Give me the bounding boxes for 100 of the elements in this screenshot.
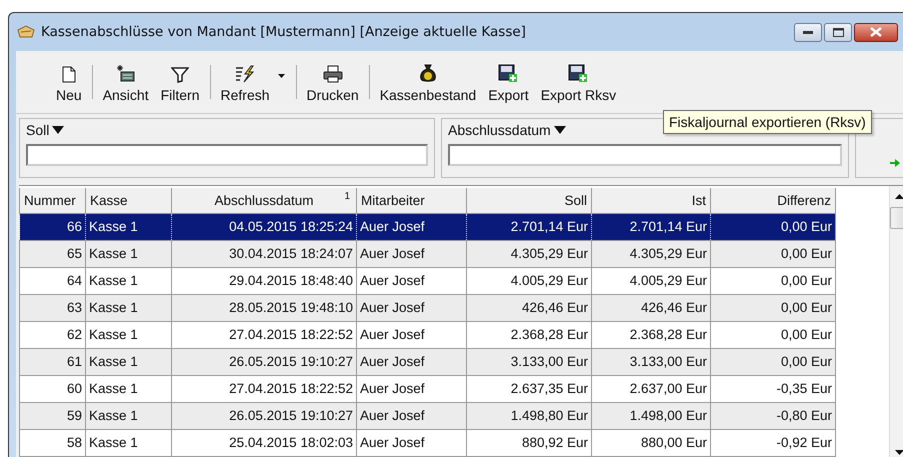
toolbar-button[interactable]: Drucken [300, 61, 365, 103]
table-cell: Kasse 1 [86, 267, 172, 294]
tooltip: Fiskaljournal exportieren (Rksv) [663, 110, 872, 134]
table-cell: 2.701,14 Eur [466, 213, 592, 240]
table-cell: 27.04.2015 18:22:52 [172, 321, 356, 348]
table-cell: 25.04.2015 18:02:03 [172, 429, 356, 456]
table-cell: Auer Josef [356, 348, 466, 375]
table-cell: 61 [20, 348, 86, 375]
table-cell: Auer Josef [356, 429, 466, 456]
table-cell: 426,46 Eur [592, 294, 710, 321]
toolbar-button[interactable]: Export [482, 61, 535, 103]
table-cell: 60 [20, 375, 86, 402]
table-cell: 880,00 Eur [592, 429, 710, 456]
table-cell: Kasse 1 [86, 213, 172, 240]
filter-field[interactable] [26, 144, 428, 166]
table-cell: Auer Josef [356, 213, 466, 240]
toolbar-button[interactable]: Filtern [154, 61, 206, 103]
table-cell: 0,00 Eur [710, 240, 836, 267]
table-cell: 0,00 Eur [710, 267, 836, 294]
table-cell: 29.04.2015 18:48:40 [172, 267, 356, 294]
caret-icon [278, 74, 286, 78]
table-cell: Kasse 1 [86, 240, 172, 267]
table-cell: 66 [20, 213, 86, 240]
arrow-right-icon[interactable] [890, 159, 900, 167]
column-header[interactable]: Soll [466, 187, 592, 213]
toolbar-button[interactable]: Ansicht [96, 61, 155, 103]
column-header[interactable]: Mitarbeiter [356, 187, 466, 213]
table-cell: 59 [20, 402, 86, 429]
table-cell: 04.05.2015 18:25:24 [172, 213, 356, 240]
scroll-up-icon[interactable] [894, 194, 903, 199]
table-cell: Kasse 1 [86, 375, 172, 402]
filter-label: Abschlussdatum [448, 122, 551, 138]
table-cell: 64 [20, 267, 86, 294]
table-cell: Auer Josef [356, 402, 466, 429]
caret-icon[interactable] [554, 126, 566, 134]
filter-field[interactable] [448, 144, 842, 166]
money-bag-icon [418, 64, 437, 83]
table-cell: 4.005,29 Eur [466, 267, 592, 294]
table-cell: 0,00 Eur [710, 294, 836, 321]
table-cell: 63 [20, 294, 86, 321]
toolbar-button[interactable]: Neu [50, 61, 88, 103]
table-cell: 3.133,00 Eur [466, 348, 592, 375]
table-cell: Auer Josef [356, 294, 466, 321]
table-cell: Kasse 1 [86, 429, 172, 456]
table-cell: 26.05.2015 19:10:27 [172, 402, 356, 429]
table-cell: 26.05.2015 19:10:27 [172, 348, 356, 375]
app-icon [17, 25, 35, 39]
table-cell: 58 [20, 429, 86, 456]
table-cell: 4.305,29 Eur [592, 240, 710, 267]
toolbar-button[interactable]: Export Rksv [534, 61, 622, 103]
table-cell: Kasse 1 [86, 348, 172, 375]
column-header[interactable]: Ist [592, 187, 710, 213]
table-cell: 880,92 Eur [466, 429, 592, 456]
column-header[interactable]: Nummer [20, 187, 86, 213]
refresh-icon [235, 65, 256, 83]
table-cell: -0,80 Eur [710, 402, 836, 429]
export-icon [498, 64, 518, 83]
maximize-button[interactable] [824, 22, 852, 42]
minimize-button[interactable] [794, 22, 822, 42]
table-cell: 2.368,28 Eur [592, 321, 710, 348]
filter-label: Soll [26, 122, 50, 138]
view-icon [116, 65, 136, 83]
scrollbar-thumb[interactable] [890, 207, 903, 229]
table-cell: 1.498,80 Eur [466, 402, 592, 429]
table-cell: -0,92 Eur [710, 429, 836, 456]
minimize-icon [803, 30, 813, 34]
table-cell: 0,00 Eur [710, 348, 836, 375]
table-cell: 4.005,29 Eur [592, 267, 710, 294]
scroll-down-icon[interactable] [894, 450, 903, 455]
export-icon [568, 64, 588, 83]
close-button[interactable] [854, 22, 898, 42]
table-cell: 30.04.2015 18:24:07 [172, 240, 356, 267]
table-cell: Kasse 1 [86, 321, 172, 348]
table-cell: 2.637,00 Eur [592, 375, 710, 402]
table-cell: Auer Josef [356, 321, 466, 348]
table-cell: 426,46 Eur [466, 294, 592, 321]
table-cell: 4.305,29 Eur [466, 240, 592, 267]
table-cell: 2.368,28 Eur [466, 321, 592, 348]
table-cell: 28.05.2015 19:48:10 [172, 294, 356, 321]
table-cell: 0,00 Eur [710, 213, 836, 240]
table-cell: 62 [20, 321, 86, 348]
toolbar-button[interactable]: Kassenbestand [374, 61, 482, 103]
table-cell: 27.04.2015 18:22:52 [172, 375, 356, 402]
window-title: Kassenabschlüsse von Mandant [Mustermann] [Anzeige aktuelle Kasse] [41, 24, 527, 40]
table-cell: 3.133,00 Eur [592, 348, 710, 375]
document-icon [62, 66, 76, 83]
column-header[interactable]: Kasse [86, 187, 172, 213]
table-cell: Auer Josef [356, 375, 466, 402]
table-cell: 2.701,14 Eur [592, 213, 710, 240]
table-cell: 65 [20, 240, 86, 267]
table-cell: 2.637,35 Eur [466, 375, 592, 402]
column-header[interactable]: Differenz [710, 187, 836, 213]
table-cell: Kasse 1 [86, 294, 172, 321]
table-cell: -0,35 Eur [710, 375, 836, 402]
printer-icon [322, 65, 343, 83]
toolbar-button[interactable]: Refresh [214, 61, 292, 103]
caret-icon[interactable] [52, 126, 64, 134]
table-cell: 1.498,00 Eur [592, 402, 710, 429]
scrollbar[interactable] [889, 186, 903, 457]
maximize-icon [832, 28, 844, 36]
